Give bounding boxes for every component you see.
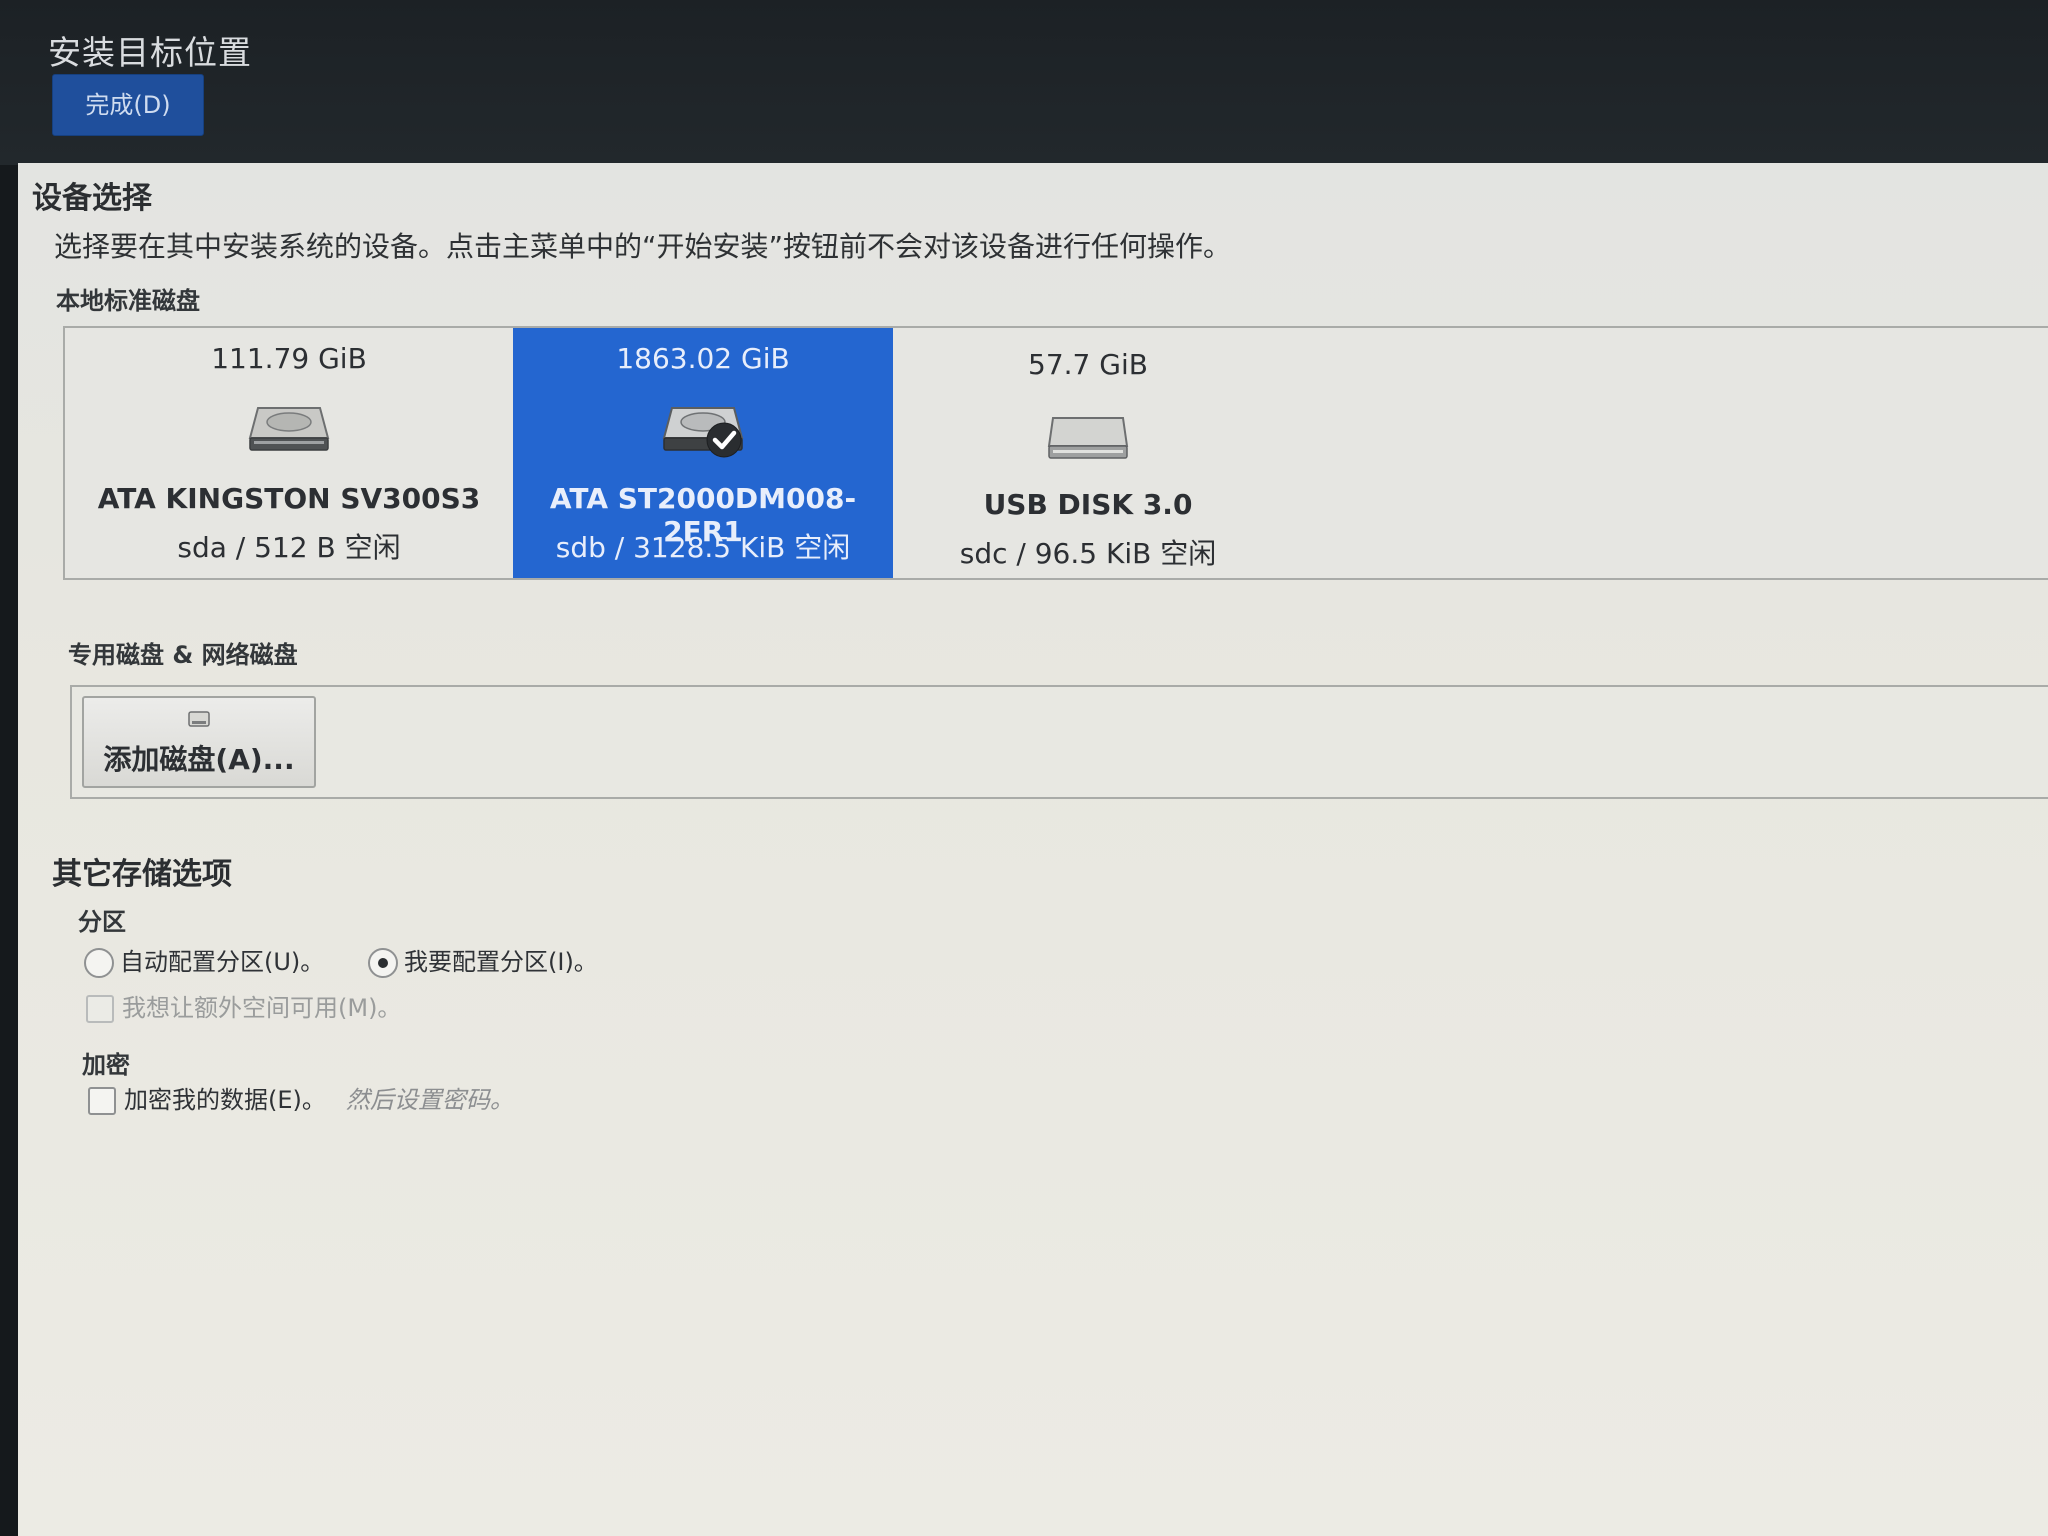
device-selection-description: 选择要在其中安装系统的设备。点击主菜单中的“开始安装”按钮前不会对该设备进行任何… xyxy=(54,230,1232,263)
disk-free-space: sda / 512 B 空闲 xyxy=(177,531,401,564)
manual-partition-option[interactable]: 我要配置分区(I)。 xyxy=(368,945,598,979)
local-disks-heading: 本地标准磁盘 xyxy=(56,287,200,315)
extra-space-option: 我想让额外空间可用(M)。 xyxy=(86,991,401,1025)
encrypt-hint: 然后设置密码。 xyxy=(345,1086,514,1114)
device-selection-title: 设备选择 xyxy=(32,181,152,216)
add-disk-button[interactable]: 添加磁盘(A)... xyxy=(82,696,316,788)
hard-disk-icon xyxy=(662,407,744,458)
partitioning-heading: 分区 xyxy=(78,908,126,936)
add-disk-label: 添加磁盘(A)... xyxy=(103,743,295,776)
disk-icon xyxy=(188,711,210,727)
disk-free-space: sdb / 3128.5 KiB 空闲 xyxy=(555,531,851,564)
page-title: 安装目标位置 xyxy=(48,33,252,72)
auto-partition-label: 自动配置分区(U)。 xyxy=(120,948,325,976)
disk-size: 1863.02 GiB xyxy=(616,342,790,375)
header-bar: 安装目标位置 完成(D) xyxy=(0,0,2048,165)
auto-partition-radio[interactable] xyxy=(84,948,114,978)
disk-free-space: sdc / 96.5 KiB 空闲 xyxy=(959,537,1217,570)
disk-card-sda[interactable]: 111.79 GiB ATA KINGSTON SV300S3 sda / 51… xyxy=(65,328,513,578)
usb-disk-icon xyxy=(1047,417,1129,459)
disk-model: ATA KINGSTON SV300S3 xyxy=(97,482,481,515)
manual-partition-label: 我要配置分区(I)。 xyxy=(404,948,598,976)
extra-space-checkbox xyxy=(86,995,114,1023)
specialized-disks-heading: 专用磁盘 & 网络磁盘 xyxy=(68,641,298,669)
encrypt-checkbox[interactable] xyxy=(88,1087,116,1115)
encryption-heading: 加密 xyxy=(82,1051,130,1079)
hard-disk-icon xyxy=(248,407,330,451)
disk-model: USB DISK 3.0 xyxy=(983,488,1193,521)
auto-partition-option[interactable]: 自动配置分区(U)。 xyxy=(84,945,324,979)
encrypt-label: 加密我的数据(E)。 xyxy=(124,1086,326,1114)
encrypt-option[interactable]: 加密我的数据(E)。 然后设置密码。 xyxy=(88,1083,514,1117)
manual-partition-radio[interactable] xyxy=(368,948,398,978)
extra-space-label: 我想让额外空间可用(M)。 xyxy=(122,994,402,1022)
disk-size: 111.79 GiB xyxy=(211,342,367,375)
disk-size: 57.7 GiB xyxy=(1028,348,1148,381)
disk-card-sdb[interactable]: 1863.02 GiB ATA ST2000DM008-2FR1 sdb / 3… xyxy=(513,328,893,578)
other-storage-title: 其它存储选项 xyxy=(52,857,232,892)
installer-screen: 安装目标位置 完成(D) 设备选择 选择要在其中安装系统的设备。点击主菜单中的“… xyxy=(0,0,2048,1536)
main-panel: 设备选择 选择要在其中安装系统的设备。点击主菜单中的“开始安装”按钮前不会对该设… xyxy=(18,163,2048,1536)
local-disk-list: 111.79 GiB ATA KINGSTON SV300S3 sda / 51… xyxy=(63,326,2048,580)
done-button[interactable]: 完成(D) xyxy=(52,74,204,136)
specialized-disk-list: 添加磁盘(A)... xyxy=(70,685,2048,799)
disk-card-sdc[interactable]: 57.7 GiB USB DISK 3.0 sdc / 96.5 KiB 空闲 xyxy=(893,328,1283,578)
